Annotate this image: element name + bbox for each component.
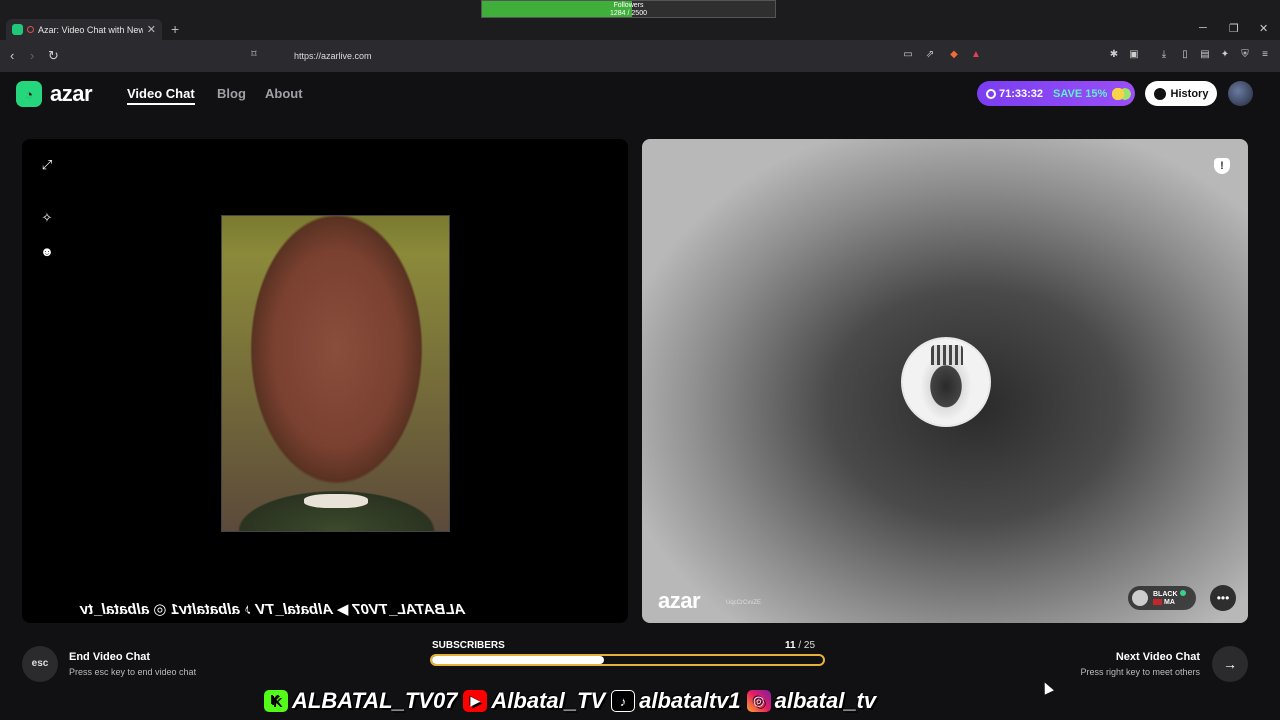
subscribers-progress-bar	[430, 654, 825, 666]
expand-icon[interactable]: ⤢	[40, 158, 54, 172]
magic-wand-icon[interactable]: ✧	[40, 211, 54, 225]
social-handle: albatal_tv	[774, 688, 877, 713]
nav-video-chat[interactable]: Video Chat	[127, 86, 195, 105]
next-chat-hint: Press right key to meet others	[1080, 667, 1200, 677]
end-chat-hint: Press esc key to end video chat	[69, 667, 197, 677]
history-label: History	[1170, 87, 1209, 100]
timer-icon	[986, 88, 996, 99]
mouse-cursor-icon	[1040, 680, 1054, 695]
gems-icon	[1112, 87, 1133, 100]
extensions-icon[interactable]: ✱	[1108, 49, 1120, 61]
partner-name: BLACK	[1153, 590, 1178, 598]
end-chat-button[interactable]: esc	[22, 646, 58, 682]
minimize-icon[interactable]: ─	[1199, 22, 1207, 34]
social-handle: albataltv1	[639, 688, 741, 713]
next-chat-button[interactable]: →	[1212, 646, 1248, 682]
nav-about[interactable]: About	[265, 86, 303, 101]
address-bar[interactable]: https://azarlive.com	[270, 45, 990, 67]
window-close-icon[interactable]: ✕	[1259, 22, 1268, 35]
socials-overlay: K ALBATAL_TV07 ▶ Albatal_TV ♪ albataltv1 ◎ a…	[258, 686, 876, 716]
tiktok-icon: ♪	[611, 690, 636, 712]
vpn-icon[interactable]: ⛨	[1239, 49, 1251, 61]
brave-shield-icon[interactable]: ◆	[948, 49, 960, 61]
verified-icon	[1179, 589, 1186, 596]
partner-mini-avatar	[1132, 590, 1148, 606]
partner-video-panel: ! azar UqcCrCvvZE BLACK MA •••	[642, 139, 1248, 623]
next-chat-title: Next Video Chat	[1115, 651, 1200, 663]
download-icon[interactable]: ⤓	[1158, 49, 1170, 61]
partner-info-chip[interactable]: BLACK MA	[1128, 586, 1196, 610]
face-filter-icon[interactable]: ☻	[40, 245, 54, 259]
mirrored-socials-overlay: ALBATAL_TV07 ▶ Albatal_TV ♪ albataltv1 ◎…	[80, 601, 466, 618]
maximize-icon[interactable]: ❐	[1229, 22, 1239, 35]
report-icon[interactable]: !	[1214, 158, 1230, 174]
followers-goal-bar: Followers 1284 / 2500	[481, 0, 776, 18]
subscribers-label: SUBSCRIBERS	[432, 640, 505, 651]
url-text: https://azarlive.com	[294, 51, 372, 61]
history-icon	[1153, 87, 1166, 100]
brave-rewards-icon[interactable]: ▲	[970, 49, 982, 61]
azar-logo-icon: ◔	[16, 81, 42, 107]
followers-count: 1284 / 2500	[610, 10, 647, 17]
country-flag-icon	[1153, 598, 1162, 605]
subscribers-progress-fill	[432, 656, 605, 664]
back-icon[interactable]: ‹	[10, 48, 14, 63]
instagram-icon: ◎	[746, 690, 771, 712]
profile-avatar[interactable]	[1228, 81, 1253, 106]
new-tab-button[interactable]: +	[171, 21, 179, 37]
tab-close-icon[interactable]: ✕	[147, 23, 156, 36]
forward-icon[interactable]: ›	[30, 48, 34, 63]
cast-icon[interactable]: ▭	[902, 49, 914, 61]
azar-watermark: azar	[658, 588, 701, 613]
social-handle: Albatal_TV	[491, 688, 606, 713]
reload-icon[interactable]: ↻	[48, 48, 59, 64]
social-handle: ALBATAL_TV07	[292, 688, 458, 713]
azar-favicon-icon	[12, 24, 23, 35]
youtube-icon: ▶	[463, 690, 488, 712]
partner-avatar	[901, 337, 991, 427]
self-camera-feed	[221, 215, 450, 532]
share-icon[interactable]: ⇗	[924, 49, 936, 61]
watermark-id: UqcCrCvvZE	[726, 600, 762, 606]
wallet-icon[interactable]: ▤	[1199, 49, 1211, 61]
self-video-panel: ⤢ ✧ ☻ ALBATAL_TV07 ▶ Albatal_TV ♪ albata…	[22, 139, 628, 623]
browser-toolbar: ‹ › ↻ ⌑ https://azarlive.com ▭ ⇗ ◆ ▲ ✱ ▣…	[0, 40, 1280, 72]
nav-blog[interactable]: Blog	[217, 86, 246, 101]
tab-title: Azar: Video Chat with New Pe	[38, 24, 143, 35]
recording-icon	[27, 26, 34, 33]
kick-icon: K	[264, 690, 288, 712]
promo-banner[interactable]: 71:33:32 SAVE 15%	[977, 81, 1135, 106]
browser-tab[interactable]: Azar: Video Chat with New Pe ✕	[6, 19, 162, 40]
followers-label: Followers	[613, 2, 644, 9]
sidebar-icon[interactable]: ▯	[1179, 49, 1191, 61]
subscribers-count: 11 / 25	[785, 640, 815, 651]
menu-icon[interactable]: ≡	[1259, 49, 1271, 61]
leo-ai-icon[interactable]: ✦	[1219, 49, 1231, 61]
subscribers-total: / 25	[798, 640, 816, 651]
promo-save: SAVE 15%	[1053, 87, 1108, 100]
promo-timer: 71:33:32	[999, 87, 1044, 100]
partner-country: MA	[1164, 598, 1175, 606]
azar-logo-text: azar	[50, 81, 93, 106]
screenshot-icon[interactable]: ▣	[1128, 49, 1140, 61]
azar-logo[interactable]: ◔ azar	[16, 81, 93, 107]
bookmark-icon[interactable]: ⌑	[248, 49, 260, 61]
subscribers-current: 11	[785, 640, 796, 651]
end-chat-title: End Video Chat	[69, 651, 151, 663]
history-button[interactable]: History	[1145, 81, 1217, 106]
chat-icon[interactable]: •••	[1210, 585, 1236, 611]
